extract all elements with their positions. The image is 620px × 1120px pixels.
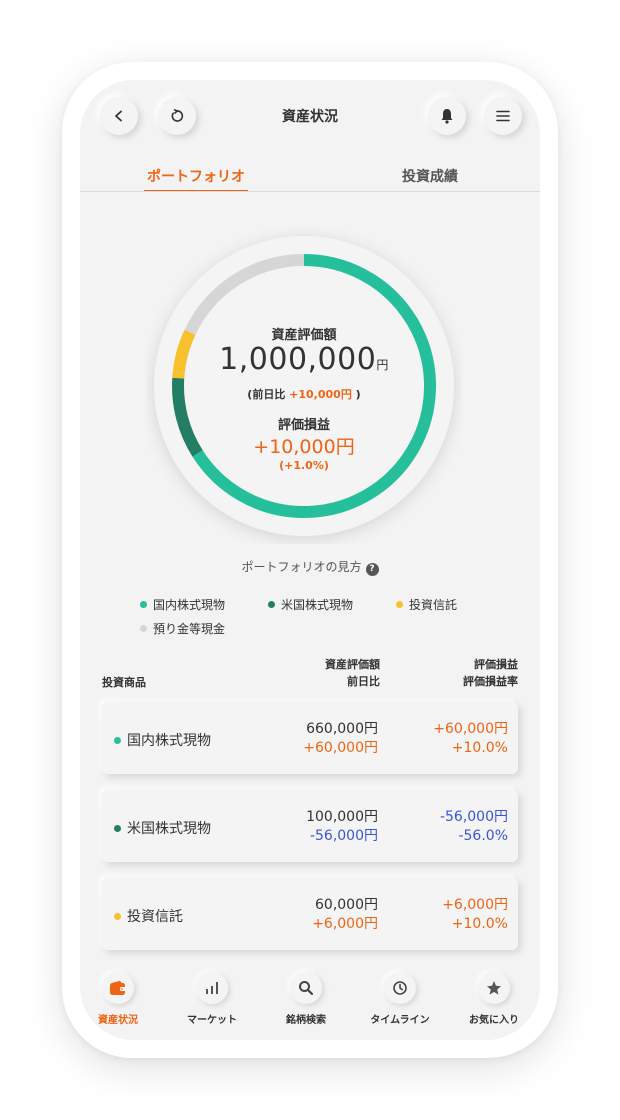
legend-cash: 預り金等現金 bbox=[140, 620, 225, 637]
holding-values: 60,000円 +6,000円 bbox=[312, 896, 378, 934]
holding-card-investment-trust[interactable]: 投資信託 60,000円 +6,000円 +6,000円 +10.0% bbox=[102, 878, 518, 950]
page-title: 資産状況 bbox=[282, 109, 338, 125]
clock-icon bbox=[393, 981, 407, 995]
holding-value: 660,000円 bbox=[306, 721, 378, 737]
holding-dot bbox=[114, 913, 121, 920]
holding-change: +60,000円 bbox=[303, 740, 378, 756]
holding-value: 60,000円 bbox=[315, 897, 378, 913]
holding-values: 100,000円 -56,000円 bbox=[306, 808, 378, 846]
holding-pl: -56,000円 -56.0% bbox=[440, 808, 508, 846]
holding-name: 国内株式現物 bbox=[114, 730, 211, 750]
nav-label: 資産状況 bbox=[98, 1015, 138, 1026]
tab-divider bbox=[80, 191, 540, 192]
holding-change: +6,000円 bbox=[312, 916, 378, 932]
day-change-value: +10,000円 bbox=[289, 388, 352, 401]
menu-button[interactable] bbox=[484, 97, 522, 135]
star-icon bbox=[487, 981, 501, 995]
legend-dot bbox=[396, 601, 403, 608]
tab-portfolio[interactable]: ポートフォリオ bbox=[144, 166, 248, 186]
holding-dot bbox=[114, 737, 121, 744]
holding-pl: +6,000円 +10.0% bbox=[442, 896, 508, 934]
holding-name: 米国株式現物 bbox=[114, 818, 211, 838]
holding-name: 投資信託 bbox=[114, 906, 183, 926]
nav-label: お気に入り bbox=[469, 1015, 519, 1026]
nav-icon-circle bbox=[196, 972, 228, 1004]
portfolio-howto-label: ポートフォリオの見方 bbox=[241, 560, 362, 574]
day-change-text: (前日比 +10,000円 ) bbox=[247, 388, 361, 401]
nav-asset-status[interactable]: 資産状況 bbox=[80, 972, 164, 1026]
holding-pl-value: +6,000円 bbox=[442, 897, 508, 913]
pl-value: +10,000円 bbox=[253, 436, 355, 458]
holding-dot bbox=[114, 825, 121, 832]
nav-stock-search[interactable]: 銘柄検索 bbox=[260, 972, 352, 1026]
currency-unit: 円 bbox=[376, 358, 389, 372]
help-icon[interactable]: ? bbox=[365, 563, 379, 576]
nav-icon-circle bbox=[478, 972, 510, 1004]
search-icon bbox=[299, 981, 314, 996]
asset-valuation-label: 資産評価額 bbox=[271, 328, 337, 343]
column-header-product: 投資商品 bbox=[102, 676, 146, 689]
nav-label: マーケット bbox=[187, 1015, 237, 1026]
portfolio-howto-link[interactable]: ポートフォリオの見方? bbox=[80, 558, 540, 576]
holding-pl-rate: +10.0% bbox=[451, 916, 508, 932]
holding-card-domestic-stocks[interactable]: 国内株式現物 660,000円 +60,000円 +60,000円 +10.0% bbox=[102, 702, 518, 774]
hamburger-menu-icon bbox=[496, 110, 510, 122]
nav-label: 銘柄検索 bbox=[286, 1015, 326, 1026]
wallet-icon bbox=[110, 980, 126, 995]
legend-domestic-stocks: 国内株式現物 bbox=[140, 596, 225, 613]
holding-value: 100,000円 bbox=[306, 809, 378, 825]
bottom-navigation: 資産状況 マーケット 銘柄検索 タイムライン お気に入り bbox=[80, 960, 540, 1040]
nav-label: タイムライン bbox=[370, 1015, 430, 1026]
nav-icon-circle bbox=[290, 972, 322, 1004]
holding-pl-rate: -56.0% bbox=[458, 828, 508, 844]
holding-card-us-stocks[interactable]: 米国株式現物 100,000円 -56,000円 -56,000円 -56.0% bbox=[102, 790, 518, 862]
nav-favorites[interactable]: お気に入り bbox=[448, 972, 540, 1026]
legend-dot bbox=[268, 601, 275, 608]
nav-icon-circle bbox=[102, 972, 134, 1004]
app-screen: 資産状況 ポートフォリオ 投資成績 資産評価額 1,000,000円 (前日比 … bbox=[80, 80, 540, 1040]
nav-icon-circle bbox=[384, 972, 416, 1004]
nav-market[interactable]: マーケット bbox=[166, 972, 258, 1026]
tab-investment-performance[interactable]: 投資成績 bbox=[380, 166, 480, 186]
pl-rate: (+1.0%) bbox=[279, 459, 329, 472]
holding-pl-rate: +10.0% bbox=[451, 740, 508, 756]
holding-change: -56,000円 bbox=[309, 828, 378, 844]
asset-valuation-amount: 1,000,000円 bbox=[219, 342, 389, 377]
bell-icon bbox=[441, 109, 453, 124]
pl-label: 評価損益 bbox=[277, 418, 330, 433]
legend-dot bbox=[140, 625, 147, 632]
holding-pl-value: +60,000円 bbox=[433, 721, 508, 737]
holding-pl: +60,000円 +10.0% bbox=[433, 720, 508, 758]
column-header-valuation: 資産評価額 前日比 bbox=[325, 658, 380, 688]
legend-dot bbox=[140, 601, 147, 608]
holding-pl-value: -56,000円 bbox=[439, 809, 508, 825]
bar-chart-icon bbox=[206, 982, 218, 994]
legend-investment-trust: 投資信託 bbox=[396, 596, 457, 613]
nav-timeline[interactable]: タイムライン bbox=[354, 972, 446, 1026]
holding-values: 660,000円 +60,000円 bbox=[303, 720, 378, 758]
column-header-pl: 評価損益 評価損益率 bbox=[463, 658, 518, 688]
notification-button[interactable] bbox=[428, 97, 466, 135]
legend-us-stocks: 米国株式現物 bbox=[268, 596, 353, 613]
